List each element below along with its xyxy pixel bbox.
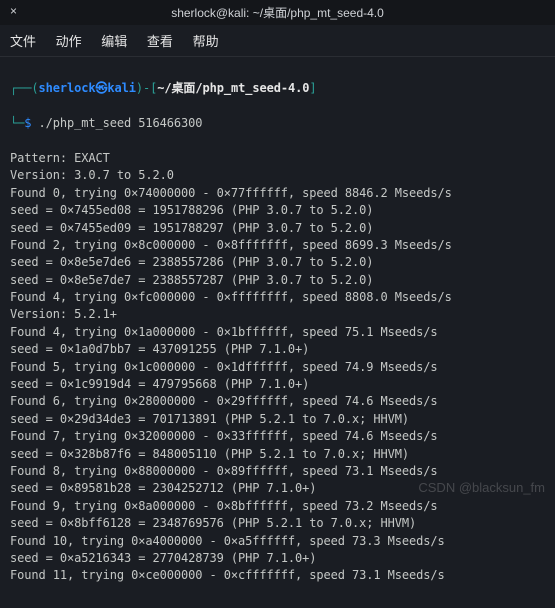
output-line: seed = 0×7455ed08 = 1951788296 (PHP 3.0.… [10, 202, 545, 219]
output-line: Found 10, trying 0×a4000000 - 0×a5ffffff… [10, 533, 545, 550]
menu-file[interactable]: 文件 [10, 34, 36, 49]
prompt-bracket-open: ┌──( [10, 81, 39, 95]
prompt-line2-prefix: └─ [10, 116, 24, 130]
output-line: Found 4, trying 0×fc000000 - 0×ffffffff,… [10, 289, 545, 306]
menu-help[interactable]: 帮助 [193, 34, 219, 49]
output-line: Found 11, trying 0×ce000000 - 0×cfffffff… [10, 567, 545, 584]
prompt-dollar: $ [24, 116, 31, 130]
output-line: Found 4, trying 0×1a000000 - 0×1bffffff,… [10, 324, 545, 341]
output-line: Found 9, trying 0×8a000000 - 0×8bffffff,… [10, 498, 545, 515]
output-line: seed = 0×29d34de3 = 701713891 (PHP 5.2.1… [10, 411, 545, 428]
prompt-bracket-close: )-[ [136, 81, 157, 95]
output-line: seed = 0×328b87f6 = 848005110 (PHP 5.2.1… [10, 446, 545, 463]
output-line: seed = 0×a5216343 = 2770428739 (PHP 7.1.… [10, 550, 545, 567]
output-line: Pattern: EXACT [10, 150, 545, 167]
prompt-line-1: ┌──(sherlock㉿kali)-[~/桌面/php_mt_seed-4.0… [10, 80, 545, 97]
output-line: seed = 0×8e5e7de6 = 2388557286 (PHP 3.0.… [10, 254, 545, 271]
menu-actions[interactable]: 动作 [56, 34, 82, 49]
output-line: Found 5, trying 0×1c000000 - 0×1dffffff,… [10, 359, 545, 376]
output-line: Version: 5.2.1+ [10, 306, 545, 323]
output-line: Found 6, trying 0×28000000 - 0×29ffffff,… [10, 393, 545, 410]
prompt-line-2: └─$ ./php_mt_seed 516466300 [10, 115, 545, 132]
prompt-at-icon: ㉿ [96, 81, 108, 95]
window-titlebar: × sherlock@kali: ~/桌面/php_mt_seed-4.0 [0, 0, 555, 25]
command-text: ./php_mt_seed 516466300 [39, 116, 203, 130]
menu-view[interactable]: 查看 [147, 34, 173, 49]
close-icon[interactable]: × [10, 4, 17, 18]
watermark-text: CSDN @blacksun_fm [418, 480, 545, 495]
output-line: seed = 0×7455ed09 = 1951788297 (PHP 3.0.… [10, 220, 545, 237]
terminal-area[interactable]: ┌──(sherlock㉿kali)-[~/桌面/php_mt_seed-4.0… [0, 57, 555, 608]
output-line: Found 0, trying 0×74000000 - 0×77ffffff,… [10, 185, 545, 202]
output-line: Version: 3.0.7 to 5.2.0 [10, 167, 545, 184]
output-line: seed = 0×1a0d7bb7 = 437091255 (PHP 7.1.0… [10, 341, 545, 358]
output-line: seed = 0×1c9919d4 = 479795668 (PHP 7.1.0… [10, 376, 545, 393]
output-line: Found 2, trying 0×8c000000 - 0×8fffffff,… [10, 237, 545, 254]
prompt-host: kali [107, 81, 136, 95]
prompt-path: /桌面/php_mt_seed-4.0 [164, 81, 309, 95]
prompt-user: sherlock [39, 81, 96, 95]
menu-edit[interactable]: 编辑 [101, 34, 127, 49]
output-line: seed = 0×8bff6128 = 2348769576 (PHP 5.2.… [10, 515, 545, 532]
output-line: seed = 0×8e5e7de7 = 2388557287 (PHP 3.0.… [10, 272, 545, 289]
terminal-output: Pattern: EXACTVersion: 3.0.7 to 5.2.0Fou… [10, 150, 545, 585]
window-title: sherlock@kali: ~/桌面/php_mt_seed-4.0 [171, 6, 384, 20]
output-line: Found 7, trying 0×32000000 - 0×33ffffff,… [10, 428, 545, 445]
prompt-bracket-end: ] [309, 81, 316, 95]
output-line: Found 8, trying 0×88000000 - 0×89ffffff,… [10, 463, 545, 480]
menu-bar: 文件 动作 编辑 查看 帮助 [0, 25, 555, 57]
